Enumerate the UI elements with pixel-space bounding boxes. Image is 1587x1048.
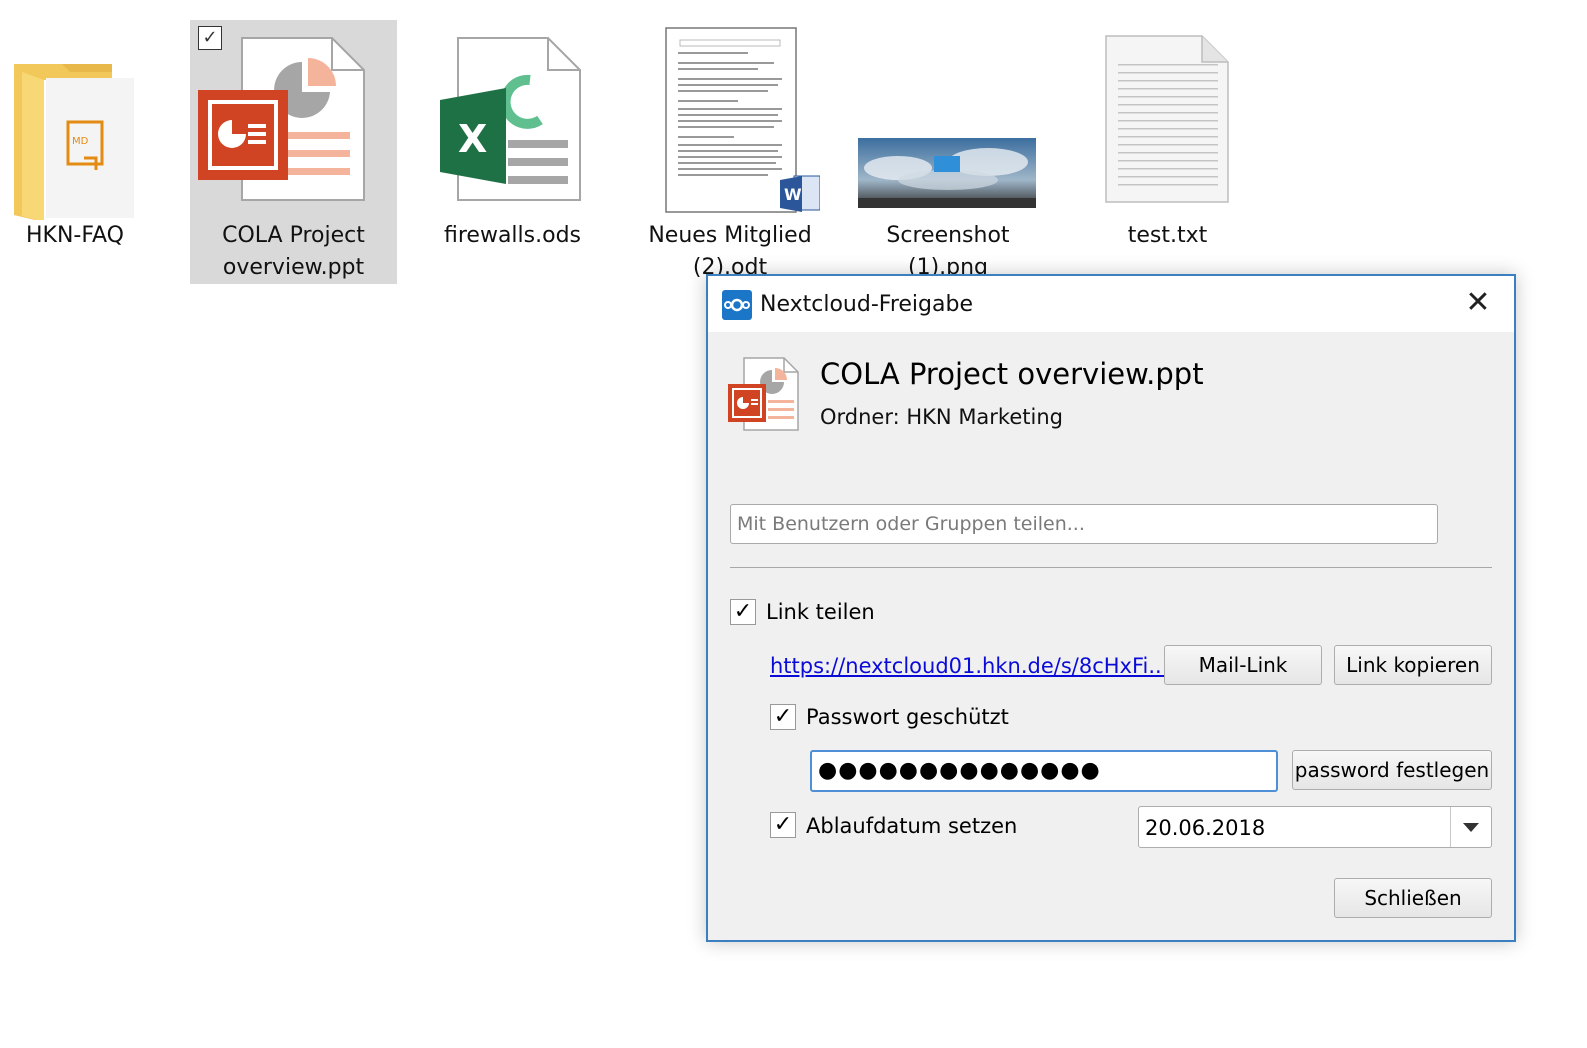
password-protected-label[interactable]: Passwort geschützt (806, 703, 1009, 731)
expiry-date-value: 20.06.2018 (1145, 816, 1266, 840)
svg-text:X: X (458, 117, 487, 161)
share-link-url[interactable]: https://nextcloud01.hkn.de/s/8cHxFi... (770, 652, 1168, 680)
dialog-file-name: COLA Project overview.ppt (820, 357, 1204, 391)
powerpoint-file-icon (190, 20, 397, 220)
dialog-titlebar[interactable]: Nextcloud-Freigabe ✕ (708, 276, 1514, 332)
file-firewalls[interactable]: X firewalls.ods (430, 20, 595, 284)
svg-text:W: W (784, 185, 802, 204)
file-label: test.txt (1127, 223, 1208, 248)
chevron-down-icon (1463, 823, 1479, 832)
close-icon[interactable]: ✕ (1462, 288, 1494, 320)
share-with-users-input[interactable] (730, 504, 1438, 544)
powerpoint-file-icon (728, 356, 800, 434)
file-label: firewalls.ods (444, 223, 581, 248)
nextcloud-share-dialog: Nextcloud-Freigabe ✕ COLA Project overvi… (706, 274, 1516, 942)
file-label: COLA Project overview.ppt (222, 223, 365, 280)
mail-link-button[interactable]: Mail-Link (1164, 645, 1322, 685)
image-thumbnail (858, 20, 1038, 220)
expiry-date-checkbox[interactable]: ✓ (770, 812, 796, 838)
expiry-date-label[interactable]: Ablaufdatum setzen (806, 812, 1017, 840)
folder-icon: MD (0, 20, 150, 222)
nextcloud-logo-icon (722, 290, 752, 320)
dialog-title: Nextcloud-Freigabe (760, 292, 973, 317)
share-link-checkbox[interactable]: ✓ (730, 599, 756, 625)
dropdown-button[interactable] (1450, 807, 1491, 847)
dialog-folder: Ordner: HKN Marketing (820, 405, 1063, 429)
file-cola-project[interactable]: ✓ COLA Project overview.ppt (190, 20, 397, 284)
file-test-txt[interactable]: test.txt (1090, 20, 1245, 284)
password-input[interactable]: ●●●●●●●●●●●●●● (810, 750, 1278, 792)
copy-link-button[interactable]: Link kopieren (1334, 645, 1492, 685)
text-file-icon (1090, 20, 1245, 220)
svg-text:MD: MD (72, 136, 89, 147)
file-neues-mitglied[interactable]: W Neues Mitglied (2).odt (640, 20, 821, 284)
file-screenshot[interactable]: Screenshot (1).png (858, 20, 1038, 284)
password-protected-checkbox[interactable]: ✓ (770, 704, 796, 730)
set-password-button[interactable]: password festlegen (1292, 750, 1492, 790)
expiry-date-select[interactable]: 20.06.2018 (1138, 806, 1492, 848)
spreadsheet-file-icon: X (430, 20, 595, 220)
file-label: HKN-FAQ (26, 223, 124, 248)
word-document-icon: W (640, 20, 821, 220)
separator (730, 567, 1492, 568)
file-hkn-faq[interactable]: MD HKN-FAQ (0, 20, 150, 284)
close-button[interactable]: Schließen (1334, 878, 1492, 918)
share-link-label[interactable]: Link teilen (766, 598, 875, 626)
